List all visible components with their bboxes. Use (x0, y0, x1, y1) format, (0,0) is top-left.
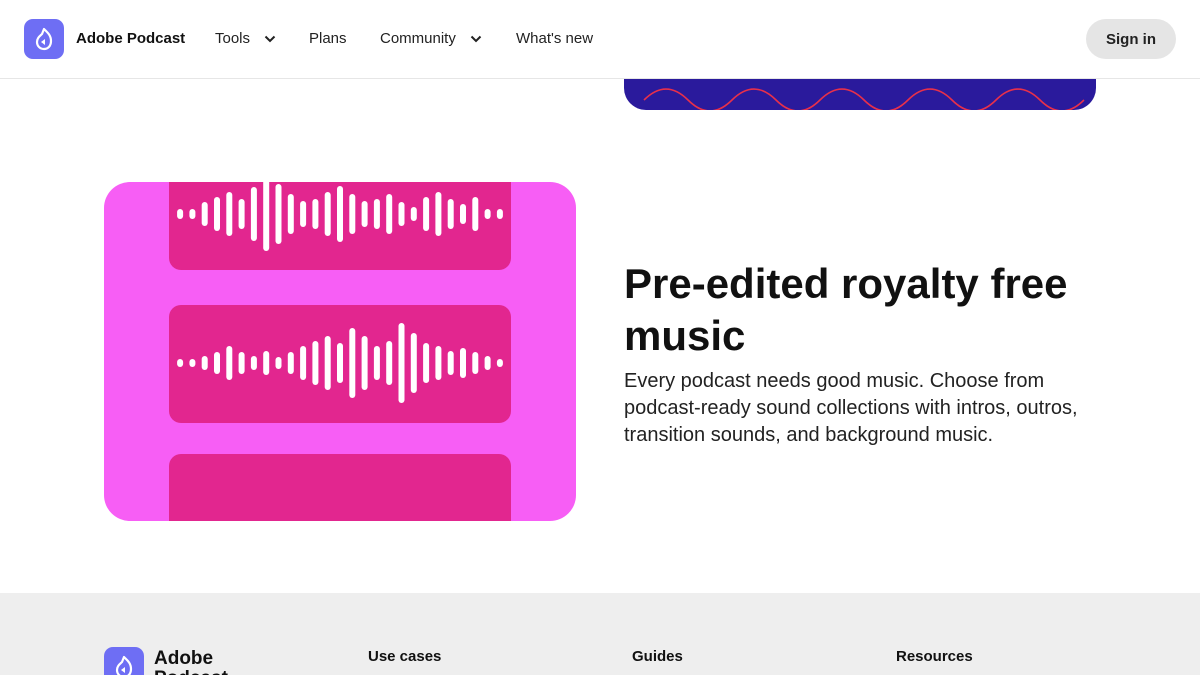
nav-whats-new[interactable]: What's new (516, 30, 593, 47)
waveform-icon (169, 454, 511, 521)
feature-title: Pre-edited royalty free music (624, 260, 1068, 359)
waveform-panel (169, 305, 511, 423)
nav-tools-label: Tools (215, 30, 251, 47)
waveform-icon (177, 182, 503, 251)
nav-community[interactable]: Community (380, 30, 482, 47)
waveform-panel (169, 182, 511, 270)
footer-heading-guides: Guides (632, 648, 683, 665)
nav-tools[interactable]: Tools (215, 30, 276, 47)
sign-in-button[interactable]: Sign in (1086, 19, 1176, 59)
nav-plans-label: Plans (309, 30, 347, 47)
nav-community-label: Community (380, 30, 456, 47)
footer-heading-resources: Resources (896, 648, 973, 665)
nav-plans[interactable]: Plans (309, 30, 347, 47)
royalty-free-music-image (104, 182, 576, 521)
footer-brand-name[interactable]: Adobe Podcast (154, 649, 244, 675)
nav-whats-new-label: What's new (516, 30, 594, 47)
brand-name[interactable]: Adobe Podcast (76, 30, 185, 47)
footer-heading-use-cases: Use cases (368, 648, 442, 665)
feature-description: Every podcast needs good music. Choose f… (624, 370, 1078, 446)
waveform-panel (169, 454, 511, 521)
chevron-down-icon (264, 30, 276, 47)
site-footer: Adobe Podcast Use cases Guides Resources (0, 593, 1200, 675)
chevron-down-icon (470, 30, 482, 47)
adobe-podcast-logo-icon[interactable] (24, 19, 64, 59)
site-header: Adobe Podcast Tools Plans Community What… (0, 0, 1200, 79)
waveform-icon (177, 323, 503, 403)
adobe-podcast-logo-icon[interactable] (104, 647, 144, 675)
